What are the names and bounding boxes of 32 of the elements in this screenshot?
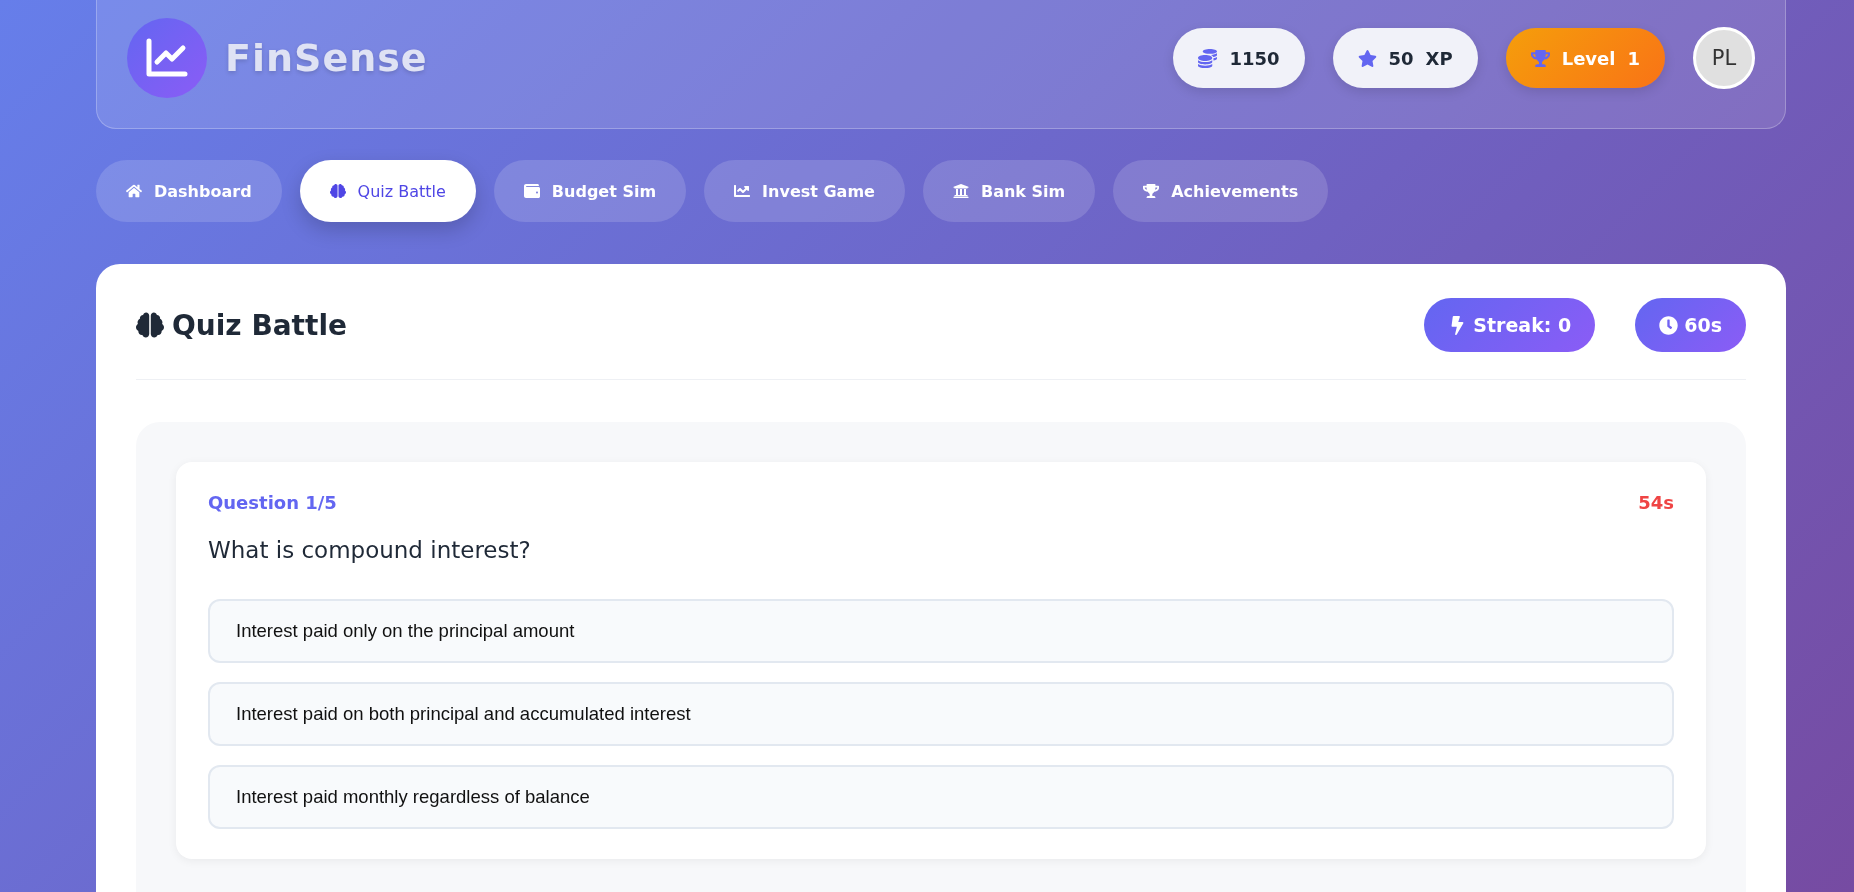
time-left: 54s — [1638, 492, 1674, 513]
brain-icon — [136, 311, 164, 339]
coins-icon — [1198, 48, 1218, 68]
chart-line-icon — [734, 183, 751, 199]
app-name: FinSense — [225, 36, 428, 80]
answer-option[interactable]: Interest paid monthly regardless of balance — [208, 765, 1674, 829]
level-label: Level — [1561, 47, 1616, 69]
question-number: Question 1/5 — [208, 492, 337, 513]
nav-tab[interactable]: Invest Game — [704, 160, 905, 222]
answer-option[interactable]: Interest paid only on the principal amount — [208, 599, 1674, 663]
xp-unit: XP — [1425, 47, 1453, 69]
brain-icon — [329, 183, 346, 199]
streak-badge: Streak: 0 — [1424, 298, 1596, 352]
user-avatar[interactable]: PL — [1693, 27, 1755, 89]
nav-tab[interactable]: Bank Sim — [922, 160, 1096, 222]
bank-icon — [952, 183, 969, 199]
level-value: 1 — [1627, 47, 1640, 69]
question-text: What is compound interest? — [208, 537, 532, 563]
answer-option[interactable]: Interest paid on both principal and accumulated interest — [208, 682, 1674, 746]
nav-tab[interactable]: Budget Sim — [493, 160, 687, 222]
star-icon — [1357, 48, 1377, 68]
quiz-title: Quiz Battle — [172, 308, 347, 342]
trophy-icon — [1530, 48, 1550, 68]
timer-badge: 60s — [1635, 298, 1746, 352]
coins-value: 1150 — [1229, 47, 1280, 69]
clock-icon — [1659, 315, 1679, 335]
nav-tab[interactable]: Quiz Battle — [299, 160, 476, 222]
wallet-icon — [523, 183, 540, 199]
house-icon — [126, 183, 142, 199]
nav-tab[interactable]: Achievements — [1113, 160, 1329, 222]
xp-value: 50 — [1388, 47, 1414, 69]
trophy-icon — [1143, 183, 1160, 199]
